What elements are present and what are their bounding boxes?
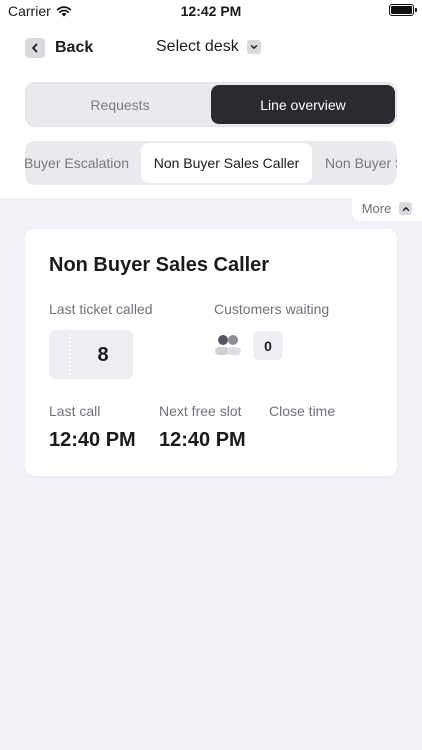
battery-fill bbox=[391, 6, 412, 14]
last-ticket-value: 8 bbox=[97, 344, 109, 366]
chevron-down-icon bbox=[246, 40, 261, 54]
line-tab-non-buyer-support[interactable]: Non Buyer Support bbox=[324, 143, 397, 183]
chevron-left-icon bbox=[25, 38, 45, 58]
next-free-slot-label: Next free slot bbox=[159, 403, 242, 419]
status-bar: Carrier 12:42 PM bbox=[0, 0, 422, 22]
customers-waiting-value: 0 bbox=[253, 331, 283, 360]
ticket-badge: 8 bbox=[49, 330, 133, 379]
back-button[interactable]: Back bbox=[25, 38, 93, 58]
ticket-perforation bbox=[69, 334, 71, 375]
more-label: More bbox=[361, 201, 392, 216]
more-button[interactable]: More bbox=[352, 196, 422, 221]
people-icon bbox=[215, 335, 241, 355]
select-desk-dropdown[interactable]: Select desk bbox=[156, 38, 261, 56]
next-free-slot-value: 12:40 PM bbox=[159, 429, 246, 451]
last-call-value: 12:40 PM bbox=[49, 429, 136, 451]
line-overview-card: Non Buyer Sales Caller Last ticket calle… bbox=[25, 229, 397, 476]
customers-waiting-label: Customers waiting bbox=[214, 301, 330, 317]
select-desk-label: Select desk bbox=[156, 38, 239, 55]
chevron-up-icon bbox=[399, 202, 413, 215]
last-call-label: Last call bbox=[49, 403, 101, 419]
tab-requests[interactable]: Requests bbox=[28, 85, 212, 124]
line-tab-non-buyer-sales-caller[interactable]: Non Buyer Sales Caller bbox=[141, 143, 312, 183]
view-segmented-control: Requests Line overview bbox=[25, 82, 397, 127]
tab-line-overview[interactable]: Line overview bbox=[211, 85, 395, 124]
status-time: 12:42 PM bbox=[180, 3, 242, 19]
battery-icon bbox=[389, 4, 417, 16]
back-label: Back bbox=[55, 39, 94, 56]
line-tab-buyer-escalation[interactable]: Buyer Escalation bbox=[25, 143, 139, 183]
card-title: Non Buyer Sales Caller bbox=[49, 254, 270, 276]
line-tabs[interactable]: Buyer Escalation Non Buyer Sales Caller … bbox=[25, 141, 397, 185]
last-ticket-label: Last ticket called bbox=[49, 301, 153, 317]
close-time-label: Close time bbox=[269, 403, 336, 419]
